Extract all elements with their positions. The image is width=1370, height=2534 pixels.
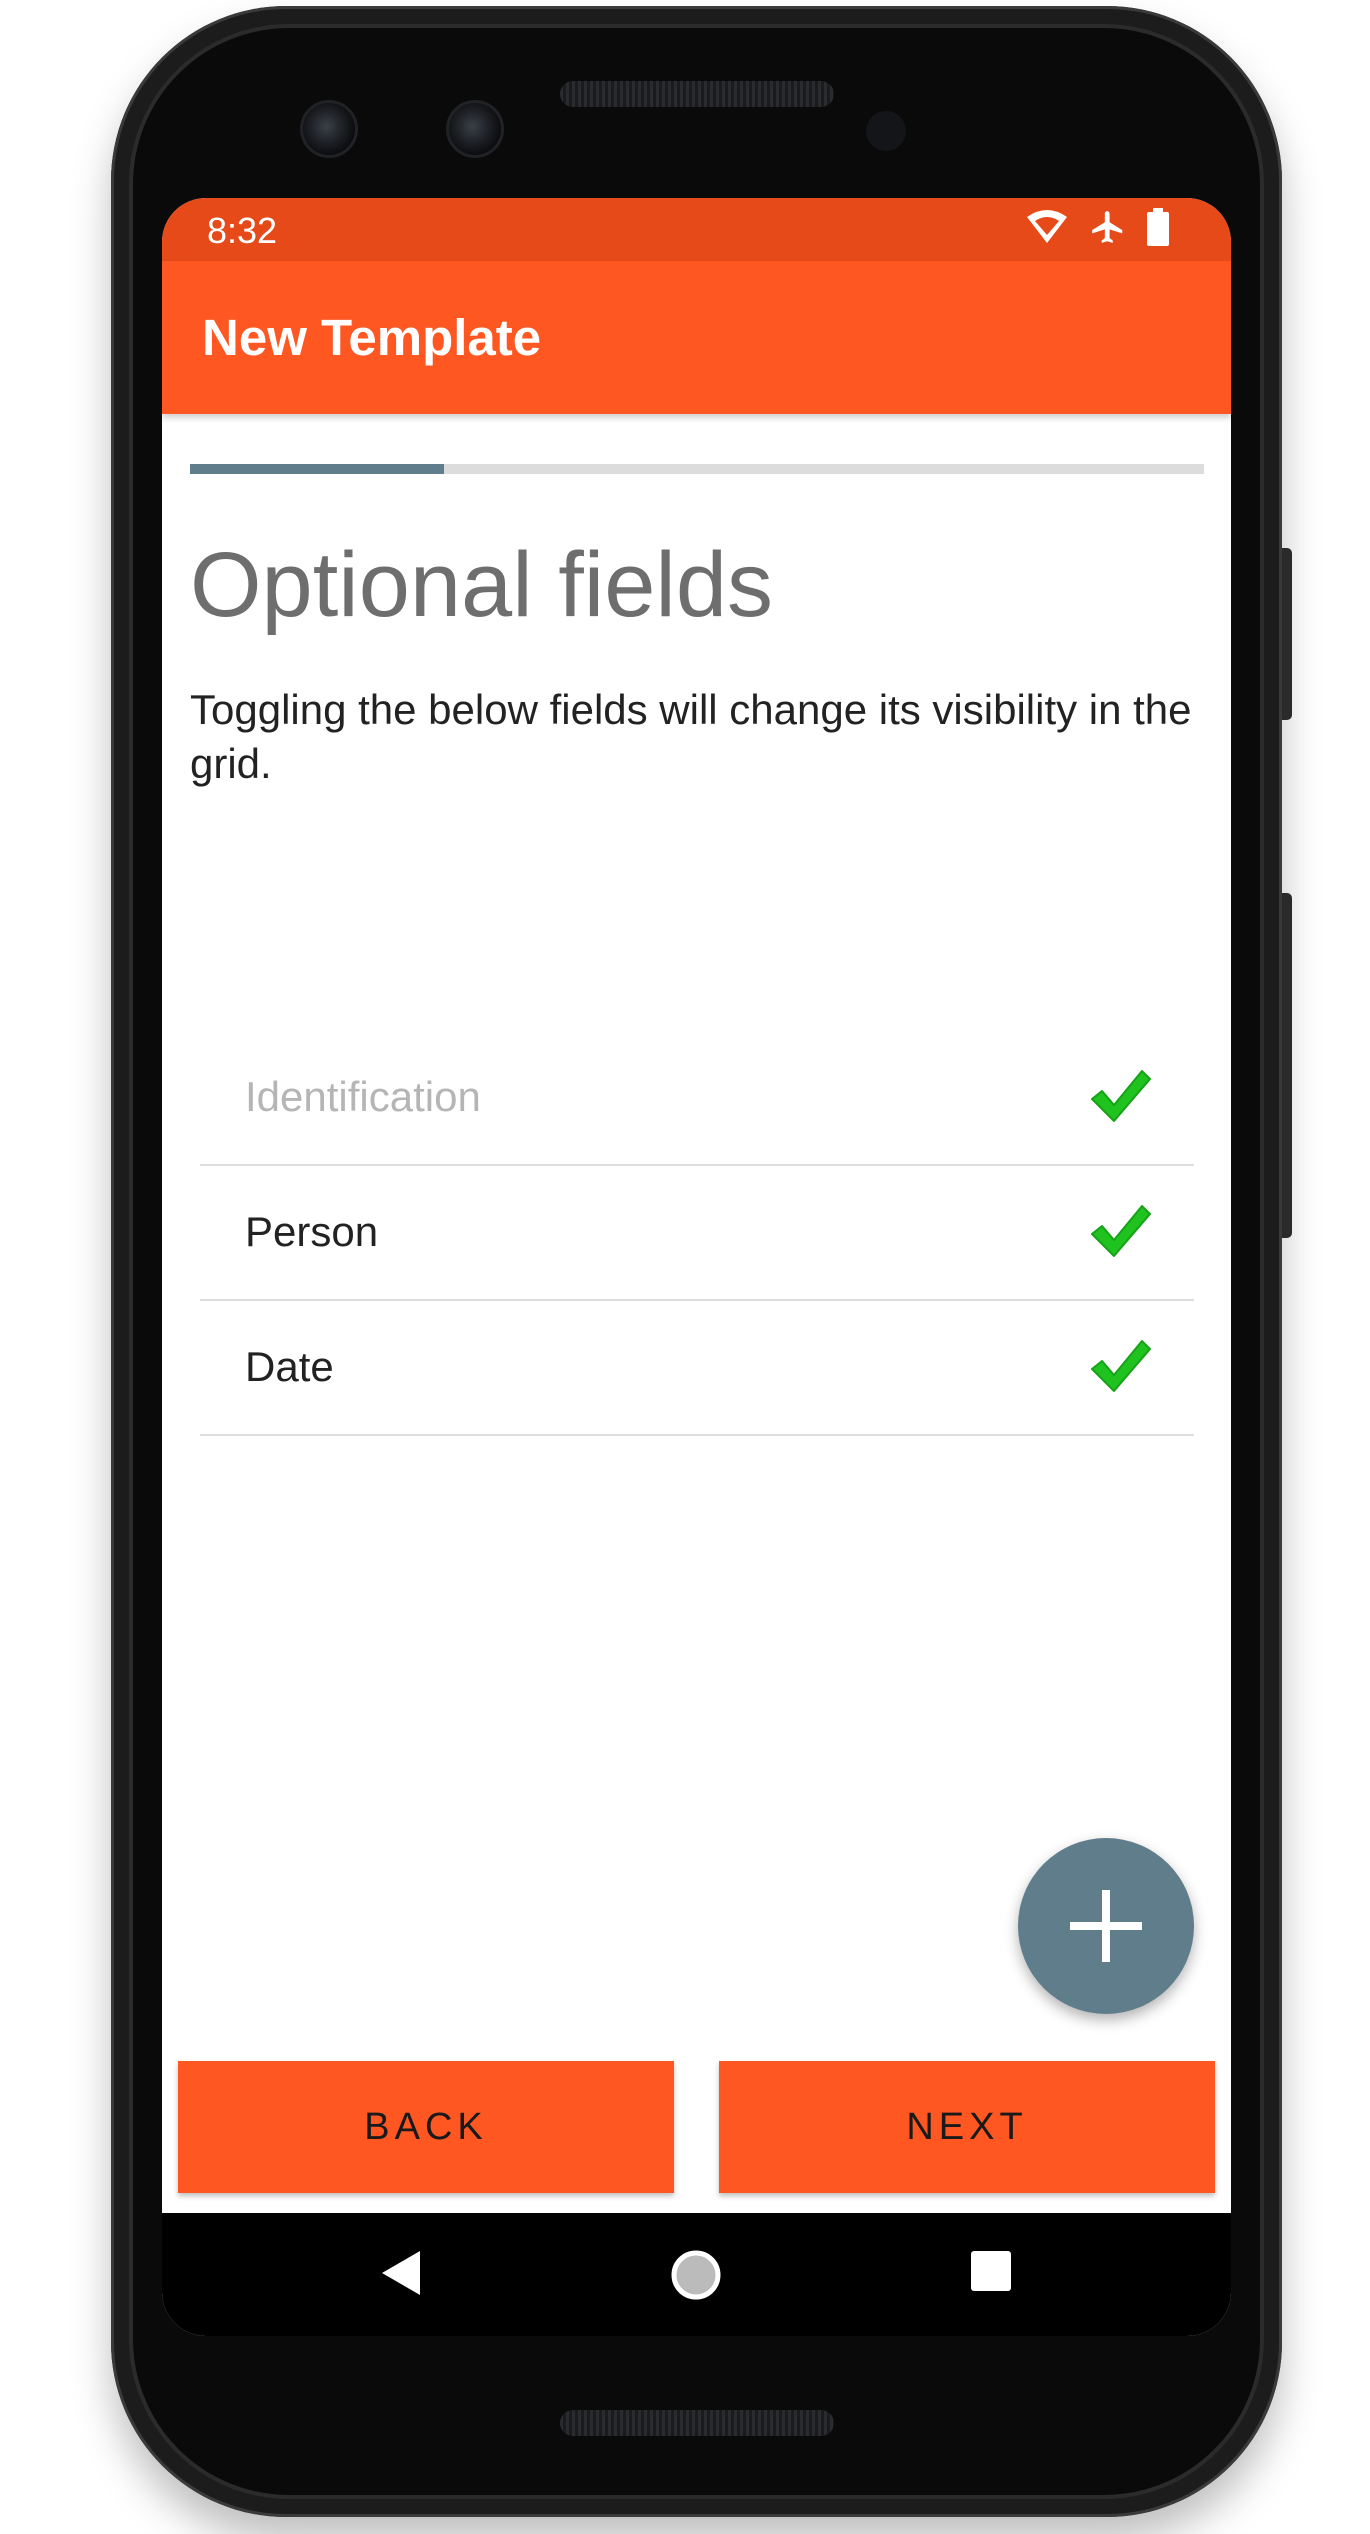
plus-icon [1070, 1890, 1142, 1962]
bottom-speaker [560, 2410, 834, 2436]
battery-icon [1147, 208, 1169, 246]
field-row-date[interactable]: Date [200, 1301, 1194, 1436]
nav-recents-icon[interactable] [969, 2249, 1013, 2293]
wizard-progress-bar [190, 464, 1204, 474]
optional-field-list: Identification Person Date [200, 1031, 1194, 1436]
status-icons [1025, 208, 1169, 246]
front-camera-icon [446, 100, 504, 158]
add-field-button[interactable] [1018, 1838, 1194, 2014]
status-time: 8:32 [207, 210, 278, 251]
volume-button [1282, 893, 1292, 1238]
field-label: Date [245, 1343, 334, 1390]
checkmark-icon[interactable] [1088, 1067, 1152, 1125]
page-description: Toggling the below fields will change it… [190, 686, 1192, 787]
earpiece-speaker [560, 81, 834, 107]
navigation-bar [162, 2213, 1231, 2336]
field-label: Identification [245, 1073, 481, 1120]
proximity-sensor [866, 111, 906, 151]
wizard-progress-fill [190, 464, 444, 474]
field-label: Person [245, 1208, 379, 1255]
field-row-identification[interactable]: Identification [200, 1031, 1194, 1166]
field-row-person[interactable]: Person [200, 1166, 1194, 1301]
back-button[interactable]: BACK [178, 2061, 674, 2193]
front-camera-icon [300, 100, 358, 158]
power-button [1282, 548, 1292, 720]
checkmark-icon[interactable] [1088, 1337, 1152, 1395]
app-title: New Template [202, 309, 542, 366]
page-title: Optional fields [190, 534, 773, 636]
nav-home-icon[interactable] [670, 2249, 722, 2301]
airplane-mode-icon [1092, 211, 1123, 243]
wifi-icon [1027, 210, 1067, 243]
status-bar: 8:32 [162, 198, 1231, 261]
checkmark-icon[interactable] [1088, 1202, 1152, 1260]
screen: 8:32 New Template Optional fields Toggli… [162, 198, 1231, 2336]
next-button[interactable]: NEXT [719, 2061, 1215, 2193]
nav-back-icon[interactable] [378, 2249, 424, 2297]
app-bar: New Template [162, 261, 1231, 414]
